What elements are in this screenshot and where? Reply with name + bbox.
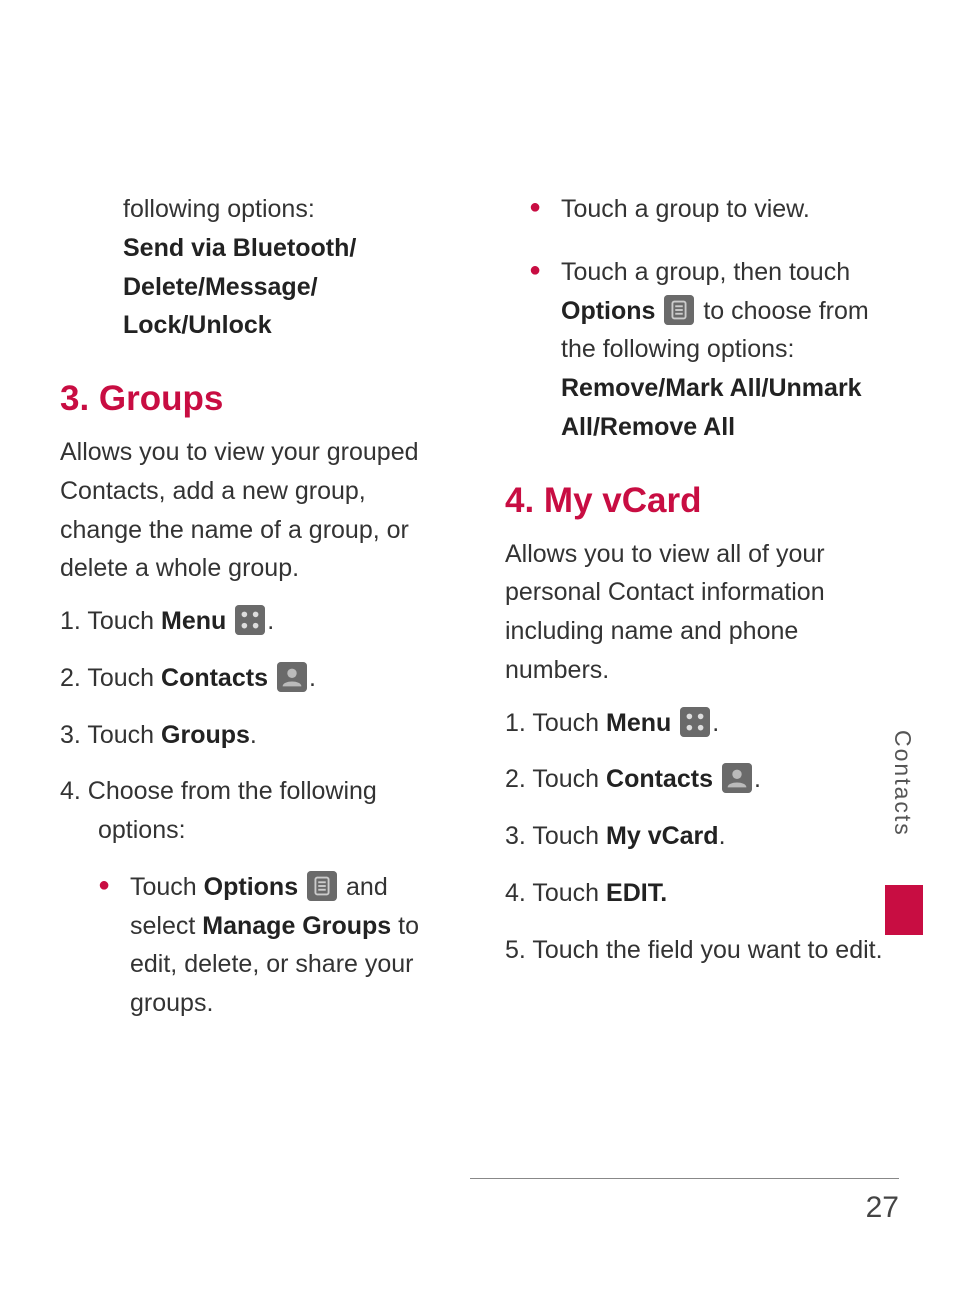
text: . xyxy=(309,664,316,692)
text-bold: Remove/Mark All/Unmark All/Remove All xyxy=(561,374,862,441)
menu-icon xyxy=(235,605,265,635)
section-side-tab: Contacts xyxy=(889,730,919,930)
text: . xyxy=(250,721,257,749)
prev-options-text: following options: Send via Bluetooth/ D… xyxy=(60,190,445,345)
text: 3. Touch xyxy=(60,721,161,749)
side-tab-label: Contacts xyxy=(889,730,916,837)
text: Touch a group, then touch xyxy=(561,258,850,286)
groups-sub-bullets: Touch Options and select Manage Groups t… xyxy=(60,868,445,1023)
step-item: 4. Touch EDIT. xyxy=(505,874,890,913)
page-number: 27 xyxy=(866,1191,899,1224)
side-tab-marker xyxy=(885,885,923,935)
step-item: 2. Touch Contacts . xyxy=(505,760,890,799)
text: 2. Touch xyxy=(505,765,606,793)
text: Touch xyxy=(130,873,204,901)
text-bold: Contacts xyxy=(161,664,268,692)
vcard-steps: 1. Touch Menu . 2. Touch Contacts . 3. T… xyxy=(505,704,890,970)
heading-groups: 3. Groups xyxy=(60,379,445,419)
list-item: Touch a group to view. xyxy=(505,190,890,229)
text-bold: EDIT. xyxy=(606,879,667,907)
options-icon xyxy=(307,871,337,901)
groups-steps: 1. Touch Menu . 2. Touch Contacts . 3. T… xyxy=(60,602,445,850)
text: . xyxy=(754,765,761,793)
text: 1. Touch xyxy=(505,709,606,737)
text-bold: Groups xyxy=(161,721,250,749)
text-bold: Options xyxy=(561,297,655,325)
text: 4. Touch xyxy=(505,879,606,907)
text: . xyxy=(267,607,274,635)
page-footer: 27 xyxy=(470,1178,899,1225)
vcard-description: Allows you to view all of your personal … xyxy=(505,535,890,690)
column-right: Touch a group to view. Touch a group, th… xyxy=(505,190,890,1047)
step-item: 3. Touch My vCard. xyxy=(505,817,890,856)
text-bold: My vCard xyxy=(606,822,719,850)
text-bold: Options xyxy=(204,873,298,901)
column-left: following options: Send via Bluetooth/ D… xyxy=(60,190,445,1047)
step-item: 4. Choose from the following options: xyxy=(60,772,445,850)
text-bold: Contacts xyxy=(606,765,713,793)
text: . xyxy=(712,709,719,737)
text: . xyxy=(719,822,726,850)
step-item: 1. Touch Menu . xyxy=(60,602,445,641)
options-icon xyxy=(664,295,694,325)
text: 3. Touch xyxy=(505,822,606,850)
heading-vcard: 4. My vCard xyxy=(505,481,890,521)
groups-description: Allows you to view your grouped Contacts… xyxy=(60,433,445,588)
content-columns: following options: Send via Bluetooth/ D… xyxy=(60,190,890,1047)
step-item: 2. Touch Contacts . xyxy=(60,659,445,698)
text-bold: Manage Groups xyxy=(202,912,391,940)
text: 2. Touch xyxy=(60,664,161,692)
step-item: 3. Touch Groups. xyxy=(60,716,445,755)
menu-icon xyxy=(680,707,710,737)
contacts-icon xyxy=(722,763,752,793)
list-item: Touch Options and select Manage Groups t… xyxy=(60,868,445,1023)
text-bold: Menu xyxy=(606,709,671,737)
text: following options: xyxy=(123,195,315,223)
step-item: 1. Touch Menu . xyxy=(505,704,890,743)
text-bold: Send via Bluetooth/ Delete/Message/ Lock… xyxy=(123,234,356,340)
contacts-icon xyxy=(277,662,307,692)
list-item: Touch a group, then touch Options to cho… xyxy=(505,253,890,447)
text: 1. Touch xyxy=(60,607,161,635)
groups-sub-bullets-cont: Touch a group to view. Touch a group, th… xyxy=(505,190,890,447)
step-item: 5. Touch the field you want to edit. xyxy=(505,931,890,970)
text-bold: Menu xyxy=(161,607,226,635)
manual-page: following options: Send via Bluetooth/ D… xyxy=(0,0,954,1291)
